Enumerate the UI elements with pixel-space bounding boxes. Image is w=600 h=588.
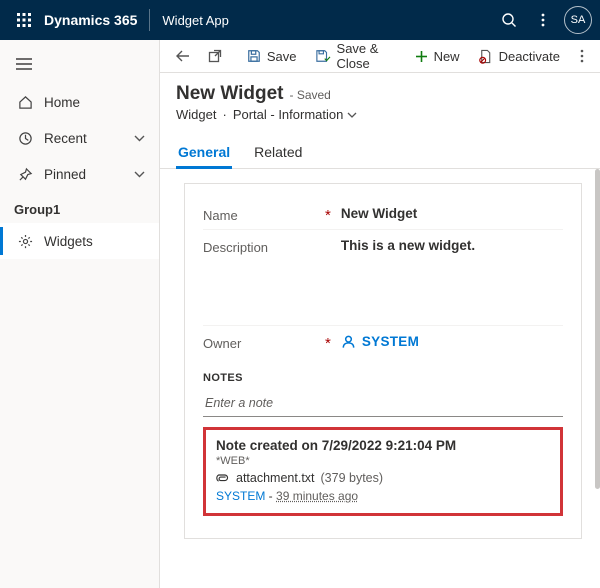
sidebar-item-label: Recent	[44, 131, 87, 146]
brand-name[interactable]: Dynamics 365	[40, 12, 147, 28]
attachment-name: attachment.txt	[236, 471, 315, 485]
sidebar-group-label: Group1	[0, 192, 159, 223]
deactivate-button[interactable]: Deactivate	[470, 40, 568, 72]
required-indicator: *	[325, 206, 331, 223]
sidebar-item-home[interactable]: Home	[0, 84, 159, 120]
new-label: New	[434, 49, 460, 64]
app-name[interactable]: Widget App	[152, 13, 239, 28]
form-selector[interactable]: Portal - Information	[233, 107, 358, 122]
note-attachment[interactable]: attachment.txt (379 bytes)	[216, 471, 550, 485]
field-owner[interactable]: Owner * SYSTEM	[203, 325, 563, 358]
attachment-size: (379 bytes)	[321, 471, 384, 485]
note-tag: *WEB*	[216, 455, 550, 467]
field-value: This is a new widget.	[341, 238, 563, 253]
plus-icon	[415, 50, 428, 63]
tabs: General Related	[160, 136, 600, 169]
note-meta: SYSTEM - 39 minutes ago	[216, 489, 550, 503]
new-button[interactable]: New	[407, 40, 468, 72]
pin-icon	[16, 165, 34, 183]
note-author[interactable]: SYSTEM	[216, 489, 265, 503]
note-input[interactable]: Enter a note	[203, 390, 563, 417]
more-vertical-icon[interactable]	[526, 3, 560, 37]
save-close-label: Save & Close	[337, 41, 397, 71]
save-close-icon	[315, 49, 331, 63]
sidebar-item-pinned[interactable]: Pinned	[0, 156, 159, 192]
home-icon	[16, 93, 34, 111]
sidebar-item-label: Pinned	[44, 167, 86, 182]
tab-general[interactable]: General	[176, 136, 232, 168]
field-label: Description	[203, 238, 323, 255]
scrollbar[interactable]	[595, 169, 600, 489]
person-icon	[341, 334, 356, 349]
tab-related[interactable]: Related	[252, 136, 304, 168]
save-icon	[247, 49, 261, 63]
main-content: Save Save & Close New Deactivate New Wid…	[160, 40, 600, 588]
hamburger-button[interactable]	[0, 44, 159, 84]
save-button[interactable]: Save	[239, 40, 305, 72]
avatar[interactable]: SA	[564, 6, 592, 34]
top-app-bar: Dynamics 365 Widget App SA	[0, 0, 600, 40]
attachment-icon	[216, 473, 230, 484]
back-button[interactable]	[168, 40, 198, 72]
divider	[149, 9, 150, 31]
sidebar-item-label: Widgets	[44, 234, 93, 249]
field-description[interactable]: Description * This is a new widget.	[203, 229, 563, 325]
sidebar: Home Recent Pinned Group1 Widgets	[0, 40, 160, 588]
deactivate-label: Deactivate	[499, 49, 560, 64]
field-value: New Widget	[341, 206, 563, 221]
widget-icon	[16, 232, 34, 250]
sidebar-item-widgets[interactable]: Widgets	[0, 223, 159, 259]
command-bar: Save Save & Close New Deactivate	[160, 40, 600, 73]
note-timestamp: 39 minutes ago	[276, 489, 358, 503]
deactivate-icon	[478, 49, 493, 64]
chevron-down-icon	[347, 112, 357, 118]
notes-header: NOTES	[203, 372, 563, 384]
more-commands-icon[interactable]	[572, 40, 592, 72]
sidebar-item-label: Home	[44, 95, 80, 110]
form-panel: Name * New Widget Description * This is …	[184, 183, 582, 539]
save-close-button[interactable]: Save & Close	[307, 40, 405, 72]
note-title: Note created on 7/29/2022 9:21:04 PM	[216, 438, 550, 453]
save-label: Save	[267, 49, 297, 64]
record-title: New Widget	[176, 83, 284, 105]
entity-name: Widget	[176, 107, 216, 122]
search-icon[interactable]	[492, 3, 526, 37]
avatar-initials: SA	[571, 14, 586, 26]
chevron-down-icon	[134, 171, 145, 178]
record-header: New Widget - Saved Widget · Portal - Inf…	[160, 73, 600, 128]
required-indicator: *	[325, 334, 331, 351]
waffle-icon[interactable]	[8, 4, 40, 36]
form-name: Portal - Information	[233, 107, 344, 122]
owner-value: SYSTEM	[362, 334, 419, 349]
chevron-down-icon	[134, 135, 145, 142]
field-label: Owner	[203, 334, 323, 351]
field-name[interactable]: Name * New Widget	[203, 198, 563, 229]
field-label: Name	[203, 206, 323, 223]
sidebar-item-recent[interactable]: Recent	[0, 120, 159, 156]
note-item: Note created on 7/29/2022 9:21:04 PM *WE…	[203, 427, 563, 516]
open-new-window-button[interactable]	[200, 40, 230, 72]
clock-icon	[16, 129, 34, 147]
record-save-status: - Saved	[290, 88, 331, 102]
